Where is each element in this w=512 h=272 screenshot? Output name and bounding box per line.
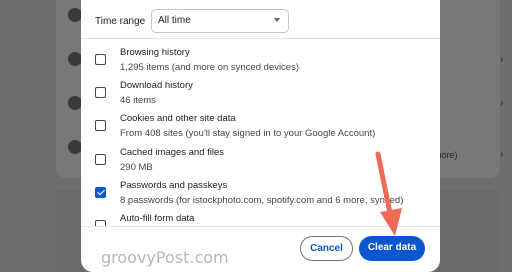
annotation-arrow-icon	[375, 151, 402, 236]
option-title: Cookies and other site data	[120, 113, 236, 124]
cancel-button[interactable]: Cancel	[300, 236, 353, 261]
time-range-select[interactable]: All time	[151, 9, 289, 33]
time-range-row: Time range	[95, 9, 145, 33]
background-shield-icon	[68, 96, 82, 110]
watermark: groovyPost.com	[101, 248, 229, 267]
option-subtitle: 1,295 items (and more on synced devices)	[120, 62, 300, 73]
time-range-value: All time	[158, 15, 191, 26]
background-sync-icon	[68, 52, 82, 66]
option-subtitle: From 408 sites (you'll stay signed in to…	[120, 128, 376, 139]
option-title: Browsing history	[120, 47, 190, 58]
dropdown-arrow-icon	[274, 18, 280, 22]
option-title: Auto-fill form data	[120, 213, 195, 224]
background-chevron-right-icon: ›	[500, 98, 504, 109]
checkbox[interactable]	[95, 54, 106, 65]
divider	[81, 38, 440, 39]
checkbox[interactable]	[95, 87, 106, 98]
background-palette-icon	[68, 8, 82, 22]
option-subtitle: 290 MB	[120, 162, 153, 173]
option-title: Download history	[120, 80, 193, 91]
option-subtitle: 8 passwords (for istockphoto.com, spotif…	[120, 195, 404, 206]
background-sliders-icon	[68, 140, 82, 154]
background-chevron-right-icon: ›	[500, 54, 504, 65]
checkbox-checked[interactable]	[95, 187, 106, 198]
checkbox[interactable]	[95, 120, 106, 131]
option-title: Passwords and passkeys	[120, 180, 228, 191]
background-chevron-right-icon: ›	[500, 149, 504, 160]
option-title: Cached images and files	[120, 147, 225, 158]
option-subtitle: 46 items	[120, 95, 156, 106]
checkbox[interactable]	[95, 154, 106, 165]
time-range-label: Time range	[95, 15, 146, 27]
